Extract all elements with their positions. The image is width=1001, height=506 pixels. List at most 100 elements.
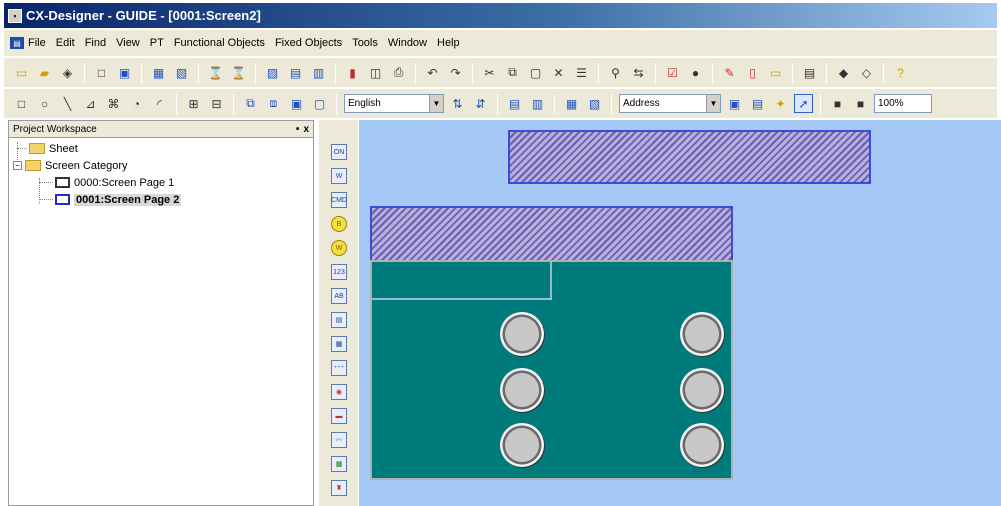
fill-darker-icon[interactable]: ■ (851, 94, 870, 113)
sector-icon[interactable]: ◔ (127, 94, 146, 113)
transfer-to-pt-icon[interactable]: ⌛ (206, 63, 225, 82)
arc-icon[interactable]: ◜ (150, 94, 169, 113)
word-button-icon[interactable]: W (331, 168, 347, 184)
highlight-icon[interactable]: ✦ (771, 94, 790, 113)
state-on-icon[interactable]: ▤ (505, 94, 524, 113)
address-select[interactable]: Address ▼ (619, 94, 721, 113)
video-display-icon[interactable]: ▩ (331, 456, 347, 472)
tree-item-sheet[interactable]: Sheet (9, 140, 313, 157)
delete-icon[interactable]: ✕ (549, 63, 568, 82)
open-project-icon[interactable]: ◈ (58, 63, 77, 82)
tool-icon[interactable]: ✎ (720, 63, 739, 82)
replace-icon[interactable]: ⇆ (629, 63, 648, 82)
alarm-event-icon[interactable]: ♜ (331, 480, 347, 496)
redo-icon[interactable]: ↷ (446, 63, 465, 82)
transfer-from-pt-icon[interactable]: ⌛ (229, 63, 248, 82)
hatched-object[interactable] (370, 206, 733, 262)
collapse-icon[interactable]: − (13, 161, 22, 170)
pin-icon[interactable]: • (296, 124, 300, 135)
menu-view[interactable]: View (116, 37, 140, 49)
label-switch-icon[interactable]: ⇅ (448, 94, 467, 113)
layout-icon[interactable]: ▤ (800, 63, 819, 82)
numeral-display-icon[interactable]: 123 (331, 264, 347, 280)
menu-help[interactable]: Help (437, 37, 460, 49)
layer-up-icon[interactable]: ◆ (834, 63, 853, 82)
undo-icon[interactable]: ↶ (423, 63, 442, 82)
broken-line-graph-icon[interactable]: 〰 (331, 432, 347, 448)
simulation-icon[interactable]: ▤ (286, 63, 305, 82)
bitmap-icon[interactable]: ◉ (331, 384, 347, 400)
copy-screen-icon[interactable]: ▧ (172, 63, 191, 82)
menu-functional-objects[interactable]: Functional Objects (174, 37, 265, 49)
display-state-b-icon[interactable]: ▧ (585, 94, 604, 113)
menu-fixed-objects[interactable]: Fixed Objects (275, 37, 342, 49)
label-switch-all-icon[interactable]: ⇵ (471, 94, 490, 113)
round-button[interactable] (500, 423, 544, 467)
on-off-button-icon[interactable]: ON (331, 144, 347, 160)
polygon-icon[interactable]: ⌘ (104, 94, 123, 113)
open-folder-icon[interactable]: ▰ (35, 63, 54, 82)
properties-icon[interactable]: ☰ (572, 63, 591, 82)
help-icon[interactable]: ? (891, 63, 910, 82)
close-icon[interactable]: x (303, 124, 309, 135)
tree-item-screen-category[interactable]: − Screen Category (9, 157, 313, 174)
send-back-icon[interactable]: ⧈ (264, 94, 283, 113)
status-icon[interactable]: ● (686, 63, 705, 82)
menu-edit[interactable]: Edit (56, 37, 75, 49)
document-icon[interactable]: ▤ (10, 37, 24, 49)
bit-lamp-icon[interactable]: B (331, 216, 347, 232)
tree-item-screen-page-2[interactable]: 0001:Screen Page 2 (9, 191, 313, 208)
round-button[interactable] (680, 368, 724, 412)
layer-down-icon[interactable]: ◇ (857, 63, 876, 82)
line-icon[interactable]: ╲ (58, 94, 77, 113)
inner-frame[interactable] (372, 262, 552, 300)
paste-icon[interactable]: ▢ (526, 63, 545, 82)
thumbwheel-switch-icon[interactable]: ▦ (331, 336, 347, 352)
analogue-meter-icon[interactable]: ⁺⁺⁺ (331, 360, 347, 376)
save-icon[interactable]: ▣ (115, 63, 134, 82)
find-icon[interactable]: ⚲ (606, 63, 625, 82)
rectangle-icon[interactable]: □ (12, 94, 31, 113)
string-display-icon[interactable]: AB (331, 288, 347, 304)
menu-tools[interactable]: Tools (352, 37, 378, 49)
menu-window[interactable]: Window (388, 37, 427, 49)
chevron-down-icon[interactable]: ▼ (429, 95, 443, 112)
round-button[interactable] (680, 312, 724, 356)
test-icon[interactable]: ▨ (263, 63, 282, 82)
cut-icon[interactable]: ✂ (480, 63, 499, 82)
display-state-a-icon[interactable]: ▦ (562, 94, 581, 113)
folder-icon[interactable]: ▭ (766, 63, 785, 82)
zoom-field[interactable]: 100% (874, 94, 932, 113)
document-icon[interactable]: ▯ (743, 63, 762, 82)
list-selection-icon[interactable]: ▤ (331, 312, 347, 328)
align-left-icon[interactable]: ⊞ (184, 94, 203, 113)
screen-properties-icon[interactable]: ▦ (149, 63, 168, 82)
print-setup-icon[interactable]: ▮ (343, 63, 362, 82)
level-meter-icon[interactable]: ▬ (331, 408, 347, 424)
state-off-icon[interactable]: ▥ (528, 94, 547, 113)
new-project-icon[interactable]: ▭ (12, 63, 31, 82)
print-preview-icon[interactable]: ◫ (366, 63, 385, 82)
hatched-object[interactable] (508, 130, 871, 184)
group-icon[interactable]: ▣ (287, 94, 306, 113)
print-icon[interactable]: ⎙ (389, 63, 408, 82)
pointer-mode-icon[interactable]: ➚ (794, 94, 813, 113)
word-lamp-icon[interactable]: W (331, 240, 347, 256)
new-screen-icon[interactable]: □ (92, 63, 111, 82)
show-frame-icon[interactable]: ▣ (725, 94, 744, 113)
chevron-down-icon[interactable]: ▼ (706, 95, 720, 112)
copy-icon[interactable]: ⧉ (503, 63, 522, 82)
validate-icon[interactable]: ☑ (663, 63, 682, 82)
polyline-icon[interactable]: ⊿ (81, 94, 100, 113)
round-button[interactable] (500, 368, 544, 412)
round-button[interactable] (680, 423, 724, 467)
round-button[interactable] (500, 312, 544, 356)
fill-dark-icon[interactable]: ■ (828, 94, 847, 113)
align-right-icon[interactable]: ⊟ (207, 94, 226, 113)
ungroup-icon[interactable]: ▢ (310, 94, 329, 113)
menu-file[interactable]: File (28, 37, 46, 49)
menu-find[interactable]: Find (85, 37, 106, 49)
language-select[interactable]: English ▼ (344, 94, 444, 113)
tree-item-screen-page-1[interactable]: 0000:Screen Page 1 (9, 174, 313, 191)
command-button-icon[interactable]: CMD (331, 192, 347, 208)
